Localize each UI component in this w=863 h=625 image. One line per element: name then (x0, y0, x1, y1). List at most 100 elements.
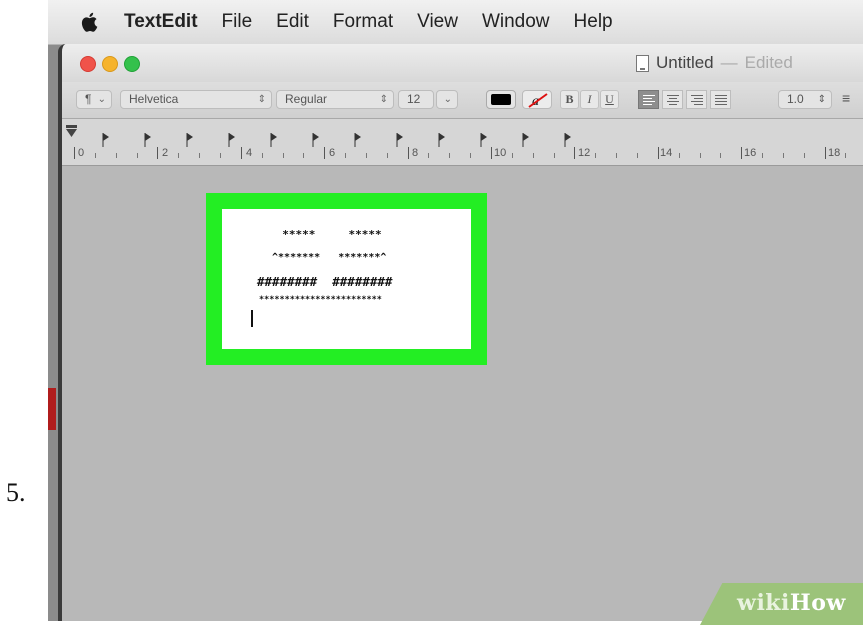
align-right-button[interactable] (686, 90, 707, 109)
tab-stop-marker[interactable] (270, 133, 278, 149)
list-bullets-button[interactable]: ≡ (842, 90, 863, 109)
close-button[interactable] (80, 56, 96, 72)
document-icon (636, 54, 649, 72)
menu-help[interactable]: Help (574, 11, 613, 33)
ruler-tick (282, 153, 284, 158)
minimize-button[interactable] (102, 56, 118, 72)
menu-edit[interactable]: Edit (276, 11, 309, 33)
tab-stop-marker[interactable] (102, 133, 110, 149)
line-spacing-value: 1.0 (787, 92, 804, 106)
font-size-field[interactable]: 12 (398, 90, 434, 109)
ascii-line: ######## ######## (257, 274, 393, 289)
ruler[interactable]: 0 2 4 6 8 10 12 14 16 18 (62, 119, 863, 166)
title-separator: — (720, 53, 738, 72)
tab-stop-marker[interactable] (438, 133, 446, 149)
menu-window[interactable]: Window (482, 11, 550, 33)
menu-file[interactable]: File (222, 11, 253, 33)
ruler-tick (94, 153, 96, 158)
highlight-a-icon: a (528, 93, 548, 108)
ruler-tick (136, 153, 138, 158)
ruler-label: 14 (660, 147, 673, 159)
ruler-label: 8 (412, 147, 419, 159)
tab-stop-marker[interactable] (312, 133, 320, 149)
align-center-button[interactable] (662, 90, 683, 109)
ruler-tick (720, 153, 722, 158)
menu-view[interactable]: View (417, 11, 458, 33)
bold-button[interactable]: B (560, 90, 579, 109)
ruler-label: 6 (329, 147, 336, 159)
first-line-indent-marker[interactable] (66, 125, 78, 145)
ruler-tick (261, 153, 263, 158)
font-style-popup[interactable]: Regular ⇕ (276, 90, 394, 109)
ruler-label: 18 (828, 147, 841, 159)
ruler-tick (595, 153, 597, 158)
ruler-label: 10 (494, 147, 507, 159)
ruler-tick (219, 153, 221, 158)
ruler-tick (803, 153, 805, 158)
font-family-value: Helvetica (129, 92, 179, 106)
ruler-tick (636, 153, 638, 158)
menu-format[interactable]: Format (333, 11, 393, 33)
background-color-button[interactable]: a (522, 90, 552, 109)
ruler-label: 0 (78, 147, 85, 159)
ascii-line: ************************ (259, 295, 382, 305)
ruler-tick (324, 147, 326, 159)
apple-icon[interactable] (80, 11, 100, 33)
ruler-tick (532, 153, 534, 158)
tab-stop-marker[interactable] (228, 133, 236, 149)
document-title[interactable]: Untitled — Edited (636, 53, 793, 73)
text-color-well[interactable] (486, 90, 516, 109)
ruler-tick (449, 153, 451, 158)
chevron-down-icon: ⌄ (443, 94, 452, 105)
ascii-line: ***** ***** (269, 228, 382, 241)
ruler-tick (699, 153, 701, 158)
ruler-tick (428, 153, 430, 158)
ruler-tick (74, 147, 75, 159)
tab-stop-marker[interactable] (186, 133, 194, 149)
underline-button[interactable]: U (600, 90, 619, 109)
align-left-button[interactable] (638, 90, 659, 109)
ruler-tick (199, 153, 201, 158)
ruler-label: 16 (744, 147, 757, 159)
paragraph-styles-popup[interactable]: ¶ ⌄ (76, 90, 112, 109)
align-justify-button[interactable] (710, 90, 731, 109)
ruler-tick (178, 153, 180, 158)
ruler-tick (115, 153, 117, 158)
ruler-tick (616, 153, 618, 158)
highlight-callout: ***** ***** ^******* *******^ ######## #… (206, 193, 487, 365)
font-size-popup[interactable]: ⌄ (436, 90, 458, 109)
ruler-label: 12 (578, 147, 591, 159)
ruler-tick (303, 153, 305, 158)
list-icon: ≡ (842, 90, 851, 106)
tab-stop-marker[interactable] (480, 133, 488, 149)
ruler-tick (553, 153, 555, 158)
updown-arrows-icon: ⇕ (817, 94, 826, 105)
ruler-tick (782, 153, 784, 158)
paragraph-style-label: ¶ (85, 92, 92, 106)
step-number: 5. (6, 478, 26, 507)
font-style-value: Regular (285, 92, 328, 106)
text-cursor (251, 310, 253, 327)
ruler-tick (741, 147, 743, 159)
tab-stop-marker[interactable] (354, 133, 362, 149)
font-family-popup[interactable]: Helvetica ⇕ (120, 90, 272, 109)
tab-stop-marker[interactable] (564, 133, 572, 149)
tab-stop-marker[interactable] (144, 133, 152, 149)
tab-stop-marker[interactable] (522, 133, 530, 149)
background-window-edge (48, 388, 56, 430)
tab-stop-marker[interactable] (396, 133, 404, 149)
zoom-button[interactable] (124, 56, 140, 72)
wikihow-watermark: wikiHow (737, 590, 846, 616)
document-name: Untitled (656, 53, 714, 72)
menu-app-name[interactable]: TextEdit (124, 11, 198, 33)
italic-button[interactable]: I (580, 90, 599, 109)
line-spacing-popup[interactable]: 1.0 ⇕ (778, 90, 832, 109)
ruler-tick (470, 153, 472, 158)
ruler-tick (824, 147, 826, 159)
ruler-tick (407, 147, 409, 159)
updown-arrows-icon: ⇕ (379, 94, 388, 105)
title-bar[interactable]: Untitled — Edited (62, 44, 863, 82)
ascii-art-text[interactable]: ***** ***** ^******* *******^ ######## #… (222, 209, 471, 349)
ruler-tick (511, 153, 513, 158)
menu-bar: TextEdit File Edit Format View Window He… (48, 0, 863, 45)
